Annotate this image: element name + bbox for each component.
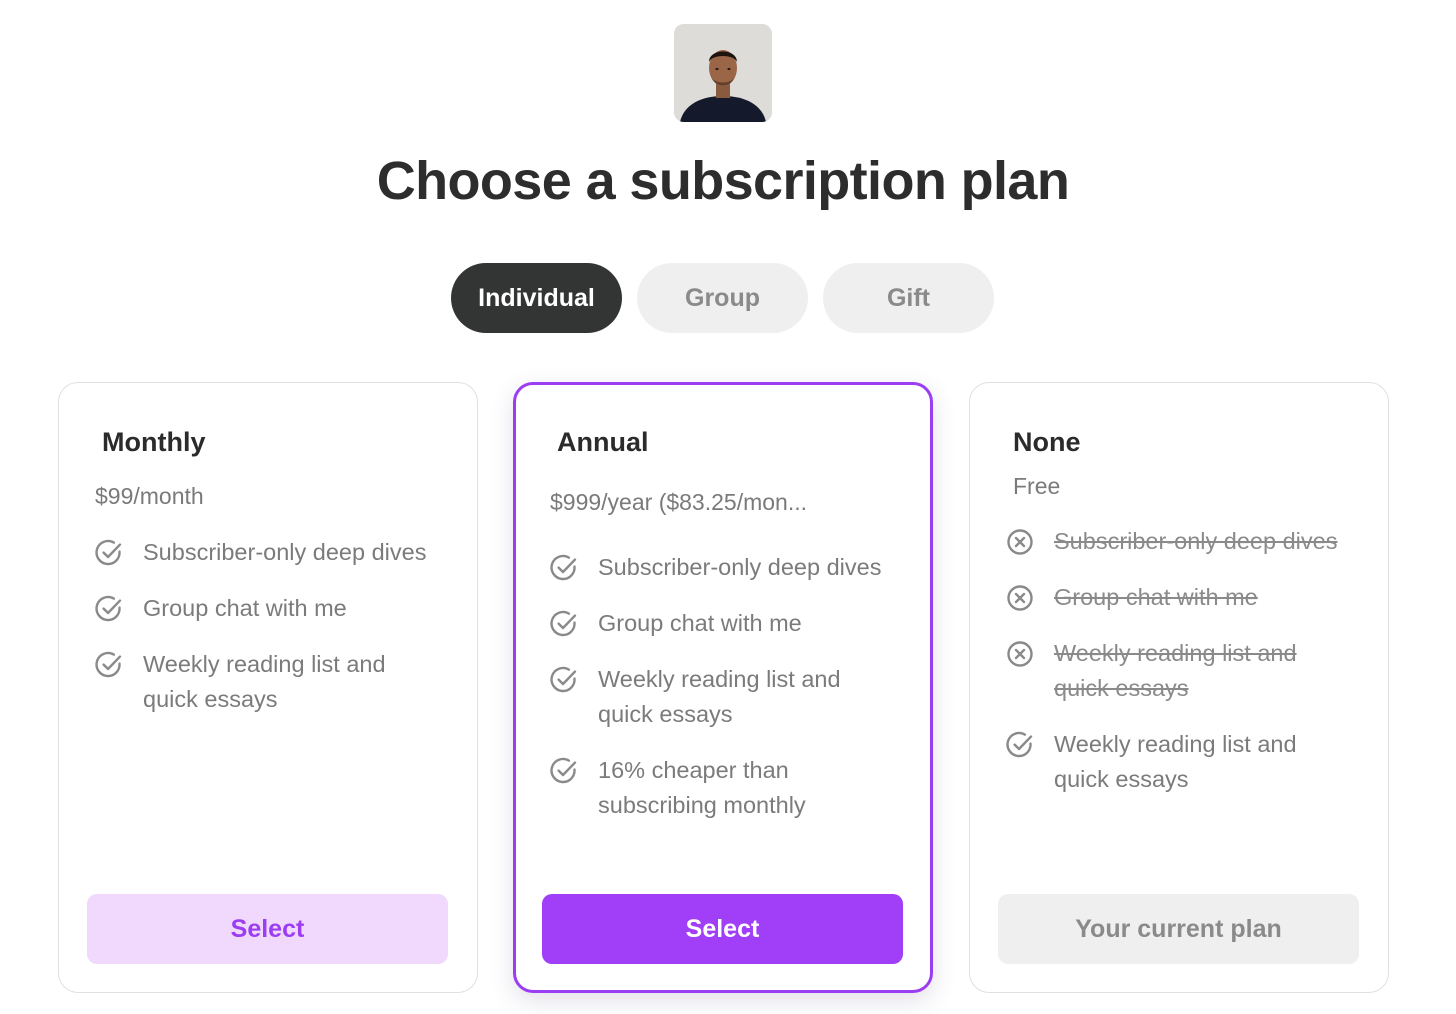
check-circle-icon	[549, 553, 579, 583]
list-item: Group chat with me	[94, 591, 461, 626]
plan-name: None	[1013, 427, 1081, 457]
tab-group[interactable]: Group	[637, 263, 808, 333]
check-circle-icon	[94, 538, 124, 568]
check-circle-icon	[94, 650, 124, 680]
list-item: Weekly reading list and quick essays	[549, 662, 914, 732]
list-item: 16% cheaper than subscribing monthly	[549, 753, 914, 823]
list-item: Subscriber-only deep dives	[94, 535, 461, 570]
plan-price: $99/month	[95, 483, 204, 509]
list-item: Subscriber-only deep dives	[549, 550, 914, 585]
list-item: Subscriber-only deep dives	[1005, 524, 1378, 559]
list-item: Weekly reading list and quick essays	[94, 647, 461, 717]
list-item: Weekly reading list and quick essays	[1005, 636, 1378, 706]
x-circle-icon	[1005, 527, 1035, 557]
select-monthly-button[interactable]: Select	[87, 894, 448, 964]
plan-price: Free	[1013, 473, 1061, 499]
plan-card-monthly[interactable]: Monthly $99/month Subscriber-only deep d…	[58, 382, 478, 993]
tab-individual[interactable]: Individual	[451, 263, 622, 333]
tab-gift[interactable]: Gift	[823, 263, 994, 333]
plan-name: Monthly	[102, 427, 206, 457]
feature-list: Subscriber-only deep dives Group chat wi…	[1005, 524, 1378, 818]
avatar	[674, 24, 772, 122]
feature-list: Subscriber-only deep dives Group chat wi…	[549, 550, 914, 844]
plan-name: Annual	[557, 427, 649, 457]
list-item: Weekly reading list and quick essays	[1005, 727, 1378, 797]
check-circle-icon	[94, 594, 124, 624]
list-item: Group chat with me	[549, 606, 914, 641]
current-plan-button[interactable]: Your current plan	[998, 894, 1359, 964]
check-circle-icon	[549, 609, 579, 639]
check-circle-icon	[549, 756, 579, 786]
plan-price: $999/year ($83.25/mon...	[550, 489, 807, 515]
check-circle-icon	[1005, 730, 1035, 760]
check-circle-icon	[549, 665, 579, 695]
page-title: Choose a subscription plan	[376, 151, 1070, 211]
plan-card-annual[interactable]: Annual $999/year ($83.25/mon... Subscrib…	[513, 382, 933, 993]
list-item: Group chat with me	[1005, 580, 1378, 615]
author-photo	[674, 24, 772, 122]
subscription-page: Choose a subscription plan Individual Gr…	[0, 0, 1456, 1014]
x-circle-icon	[1005, 583, 1035, 613]
plan-card-none[interactable]: None Free Subscriber-only deep dives Gro…	[969, 382, 1389, 993]
plan-type-tabs: Individual Group Gift	[451, 263, 994, 333]
select-annual-button[interactable]: Select	[542, 894, 903, 964]
feature-list: Subscriber-only deep dives Group chat wi…	[94, 535, 461, 738]
x-circle-icon	[1005, 639, 1035, 669]
